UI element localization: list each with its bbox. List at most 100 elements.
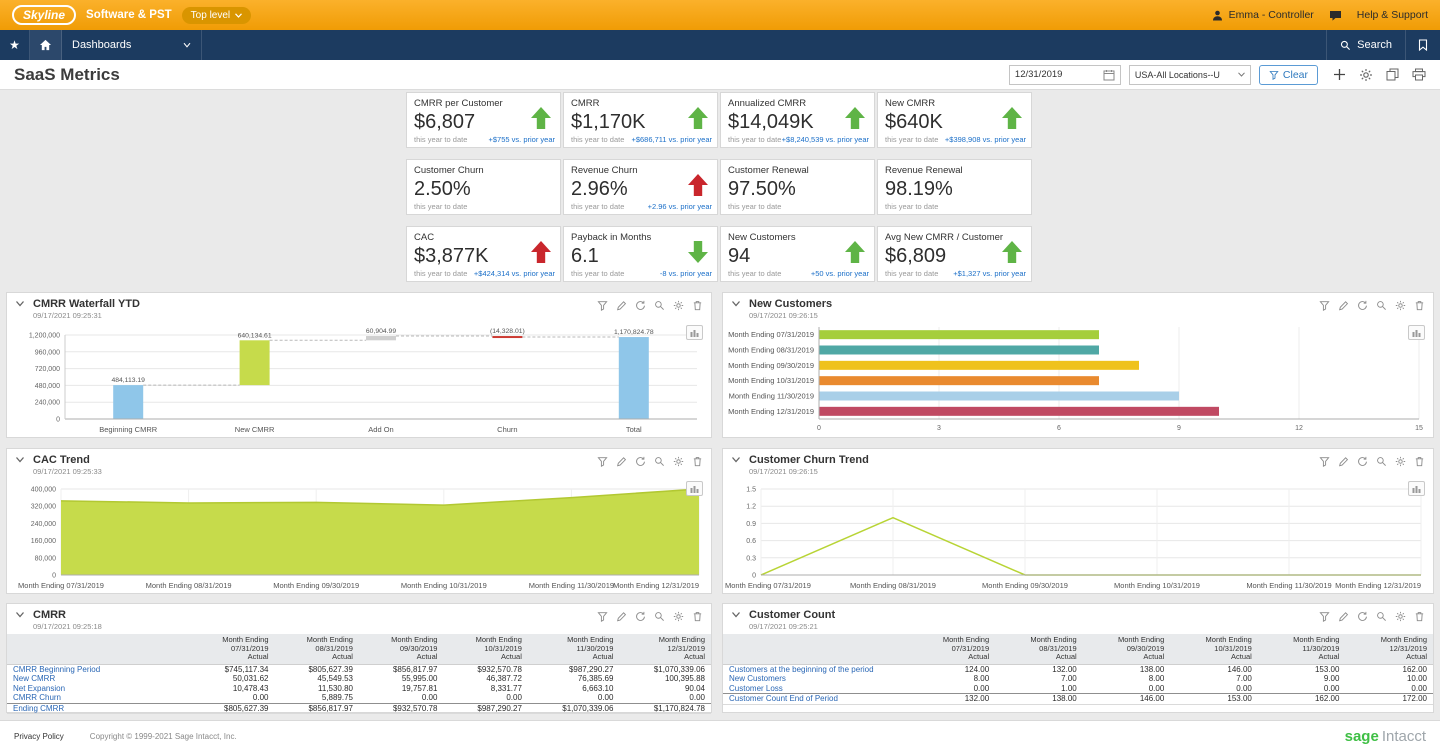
svg-text:80,000: 80,000	[35, 555, 57, 562]
kpi-card-customer-renewal[interactable]: Customer Renewal 97.50% this year to dat…	[720, 159, 875, 215]
row-label-link[interactable]: Ending CMRR	[7, 703, 191, 715]
add-icon[interactable]	[1333, 68, 1346, 81]
kpi-card-avg-new-cmrr-customer[interactable]: Avg New CMRR / Customer $6,809 this year…	[877, 226, 1032, 282]
calendar-icon[interactable]	[1103, 69, 1115, 81]
bookmark-button[interactable]	[1406, 30, 1440, 60]
filter-icon[interactable]	[1319, 611, 1330, 622]
row-label-link[interactable]: New CMRR	[7, 674, 190, 684]
chart-options-button[interactable]	[1408, 325, 1425, 340]
edit-icon[interactable]	[1338, 611, 1349, 622]
refresh-icon[interactable]	[635, 456, 646, 467]
chart-options-button[interactable]	[686, 481, 703, 496]
kpi-card-annualized-cmrr[interactable]: Annualized CMRR $14,049K this year to da…	[720, 92, 875, 148]
panel-timestamp: 09/17/2021 09:25:18	[33, 622, 102, 632]
trend-up-icon	[1002, 107, 1022, 129]
settings-icon[interactable]	[673, 611, 684, 622]
refresh-icon[interactable]	[635, 611, 646, 622]
user-icon	[1212, 10, 1222, 20]
collapse-chevron-icon[interactable]	[731, 456, 741, 464]
row-label-link[interactable]: CMRR Beginning Period	[7, 664, 190, 674]
row-label-link[interactable]: Customer Count End of Period	[723, 693, 908, 705]
settings-icon[interactable]	[1395, 300, 1406, 311]
copy-icon[interactable]	[1386, 68, 1399, 81]
kpi-card-cmrr-per-customer[interactable]: CMRR per Customer $6,807 this year to da…	[406, 92, 561, 148]
row-label-link[interactable]: Net Expansion	[7, 684, 190, 694]
edit-icon[interactable]	[1338, 456, 1349, 467]
edit-icon[interactable]	[616, 300, 627, 311]
kpi-card-payback-in-months[interactable]: Payback in Months 6.1 this year to date …	[563, 226, 718, 282]
refresh-icon[interactable]	[1357, 456, 1368, 467]
location-filter-select[interactable]: USA-All Locations--U	[1128, 64, 1251, 85]
filter-icon[interactable]	[597, 611, 608, 622]
zoom-icon[interactable]	[654, 611, 665, 622]
date-filter-input[interactable]: 12/31/2019	[1008, 64, 1121, 85]
user-menu[interactable]: Emma - Controller	[1212, 9, 1314, 21]
kpi-card-revenue-renewal[interactable]: Revenue Renewal 98.19% this year to date	[877, 159, 1032, 215]
chart-options-button[interactable]	[686, 325, 703, 340]
kpi-card-new-cmrr[interactable]: New CMRR $640K this year to date +$398,9…	[877, 92, 1032, 148]
collapse-chevron-icon[interactable]	[15, 456, 25, 464]
home-button[interactable]	[30, 30, 62, 60]
search-button[interactable]: Search	[1326, 30, 1406, 60]
clear-label: Clear	[1282, 68, 1308, 81]
edit-icon[interactable]	[616, 611, 627, 622]
kpi-card-new-customers[interactable]: New Customers 94 this year to date +50 v…	[720, 226, 875, 282]
delete-icon[interactable]	[692, 611, 703, 622]
delete-icon[interactable]	[1414, 456, 1425, 467]
kpi-card-customer-churn[interactable]: Customer Churn 2.50% this year to date	[406, 159, 561, 215]
settings-icon[interactable]	[1359, 68, 1373, 82]
kpi-grid: CMRR per Customer $6,807 this year to da…	[406, 92, 1032, 282]
zoom-icon[interactable]	[654, 300, 665, 311]
delete-icon[interactable]	[692, 300, 703, 311]
svg-text:Churn: Churn	[497, 425, 517, 434]
help-support-link[interactable]: Help & Support	[1357, 9, 1428, 21]
collapse-chevron-icon[interactable]	[15, 300, 25, 308]
refresh-icon[interactable]	[1357, 300, 1368, 311]
delete-icon[interactable]	[692, 456, 703, 467]
zoom-icon[interactable]	[1376, 456, 1387, 467]
settings-icon[interactable]	[673, 300, 684, 311]
chart-options-button[interactable]	[1408, 481, 1425, 496]
svg-text:400,000: 400,000	[31, 487, 56, 494]
zoom-icon[interactable]	[1376, 611, 1387, 622]
kpi-card-cmrr[interactable]: CMRR $1,170K this year to date +$686,711…	[563, 92, 718, 148]
refresh-icon[interactable]	[1357, 611, 1368, 622]
zoom-icon[interactable]	[1376, 300, 1387, 311]
privacy-policy-link[interactable]: Privacy Policy	[14, 732, 64, 741]
filter-icon[interactable]	[597, 456, 608, 467]
row-label-link[interactable]: Customers at the beginning of the period	[723, 664, 908, 674]
refresh-icon[interactable]	[635, 300, 646, 311]
delete-icon[interactable]	[1414, 300, 1425, 311]
collapse-chevron-icon[interactable]	[731, 300, 741, 308]
svg-text:Month Ending 08/31/2019: Month Ending 08/31/2019	[850, 581, 936, 590]
entity-selector[interactable]: Top level	[181, 6, 252, 24]
table-cell: 8.00	[1148, 674, 1165, 684]
chat-icon[interactable]	[1329, 10, 1342, 21]
favorites-button[interactable]: ★	[0, 30, 30, 60]
filter-icon[interactable]	[1319, 300, 1330, 311]
dashboards-menu[interactable]: Dashboards	[62, 30, 202, 60]
kpi-card-revenue-churn[interactable]: Revenue Churn 2.96% this year to date +2…	[563, 159, 718, 215]
collapse-chevron-icon[interactable]	[731, 611, 741, 619]
panel-header: CMRR Waterfall YTD 09/17/2021 09:25:31	[7, 293, 711, 323]
settings-icon[interactable]	[1395, 456, 1406, 467]
edit-icon[interactable]	[616, 456, 627, 467]
settings-icon[interactable]	[673, 456, 684, 467]
kpi-period: this year to date	[885, 202, 939, 211]
collapse-chevron-icon[interactable]	[15, 611, 25, 619]
clear-filters-button[interactable]: Clear	[1258, 64, 1318, 85]
row-label-link[interactable]: New Customers	[723, 674, 908, 684]
row-label-link[interactable]: CMRR Churn	[7, 693, 191, 704]
filter-icon[interactable]	[1319, 456, 1330, 467]
table-cell: 1.00	[995, 683, 1083, 695]
row-label-link[interactable]: Customer Loss	[723, 683, 908, 695]
filter-icon[interactable]	[597, 300, 608, 311]
edit-icon[interactable]	[1338, 300, 1349, 311]
print-icon[interactable]	[1412, 68, 1426, 81]
delete-icon[interactable]	[1414, 611, 1425, 622]
panel-timestamp: 09/17/2021 09:26:15	[749, 311, 818, 321]
panel-timestamp: 09/17/2021 09:26:15	[749, 467, 818, 477]
settings-icon[interactable]	[1395, 611, 1406, 622]
kpi-card-cac[interactable]: CAC $3,877K this year to date +$424,314 …	[406, 226, 561, 282]
zoom-icon[interactable]	[654, 456, 665, 467]
